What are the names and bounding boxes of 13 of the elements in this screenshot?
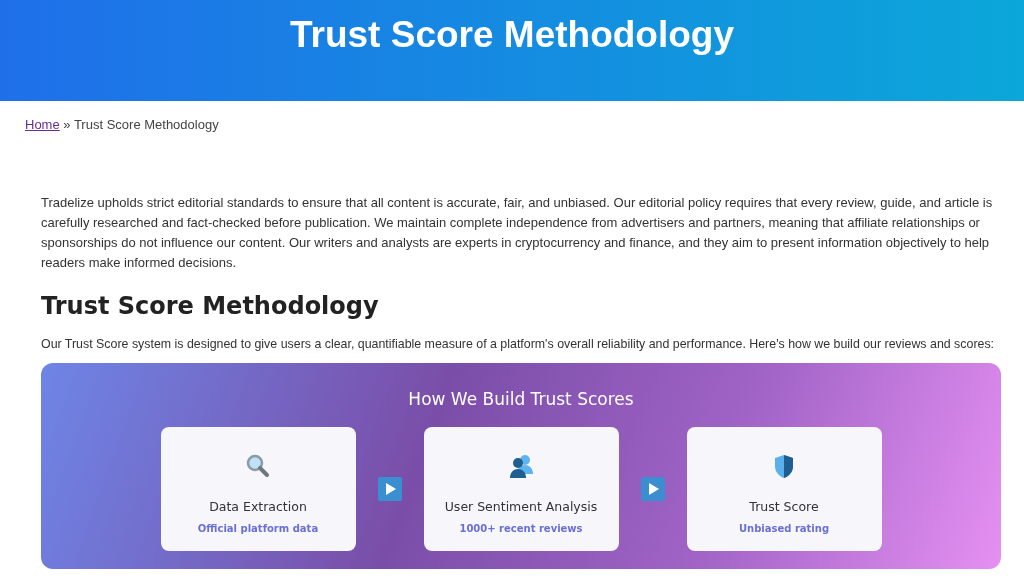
step-subtitle: Unbiased rating xyxy=(738,523,830,534)
page-title: Trust Score Methodology xyxy=(289,14,734,57)
step-subtitle: Official platform data xyxy=(197,523,319,534)
intro-paragraph: Tradelize upholds strict editorial standards to ensure that all content is accurate, fair, and unbiased. Our editorial policy requires that every review, guide, and article is carefully researched and fact-checked before publication. We maintain complete independence from advertisers and partners, meaning that affiliate relationships or sponsorships do not influence our content. Our writers and analysts are experts in cryptocurrency and finance, and they aim to present information objectively to help readers make informed decisions. xyxy=(41,194,994,272)
section-text: Our Trust Score system is designed to give users a clear, quantifiable measure of a platform's overall reliability and performance. Here's how we build our reviews and scores: xyxy=(41,336,996,353)
breadcrumb-link[interactable]: Home xyxy=(25,117,60,132)
step-subtitle: 1000+ recent reviews xyxy=(459,523,583,534)
step-title: Trust Score xyxy=(749,499,819,514)
step-title: User Sentiment Analysis xyxy=(444,499,598,514)
step-title: Data Extraction xyxy=(209,499,307,514)
section-heading: Trust Score Methodology xyxy=(41,291,380,322)
panel-title: How We Build Trust Scores xyxy=(408,389,634,409)
breadcrumb-current: » Trust Score Methodology xyxy=(62,117,219,132)
